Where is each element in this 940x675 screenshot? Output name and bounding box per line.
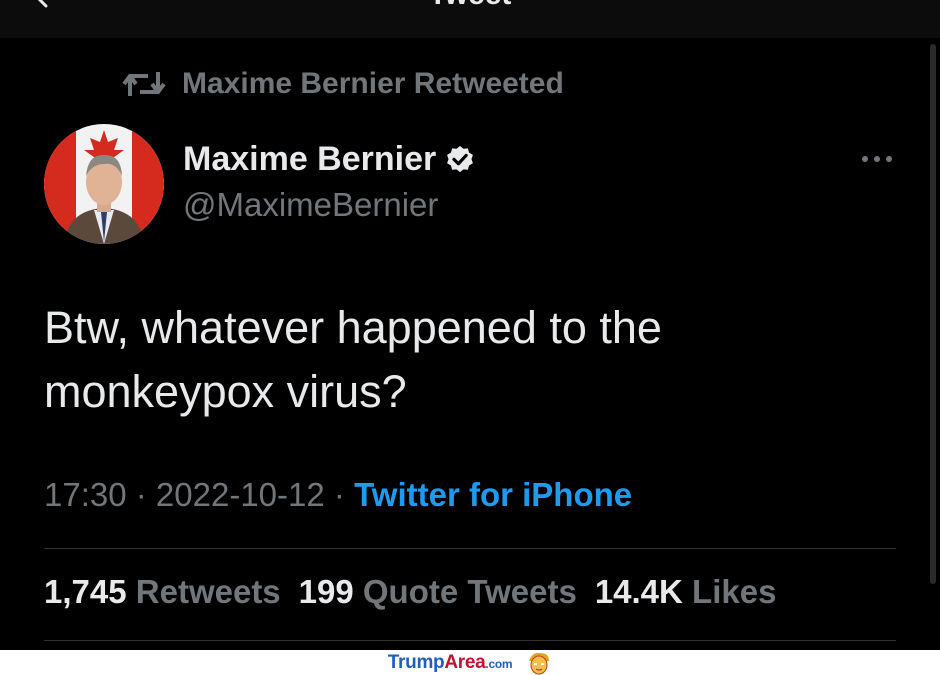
- retweets-stat[interactable]: 1,745 Retweets: [44, 573, 299, 610]
- tweet-detail-page: Tweet Maxime Bernier Retweeted Maxime Be…: [0, 0, 940, 675]
- watermark-footer: TrumpArea.com: [0, 650, 940, 675]
- quote-tweets-stat[interactable]: 199 Quote Tweets: [299, 573, 595, 610]
- avatar-photo: [44, 124, 164, 244]
- divider: [44, 548, 896, 549]
- meta-separator: ·: [126, 476, 156, 513]
- avatar[interactable]: [44, 124, 164, 244]
- tweet-date[interactable]: 2022-10-12: [156, 476, 325, 513]
- watermark-logo-icon: [529, 652, 550, 674]
- brand-part-3: .com: [485, 656, 513, 671]
- more-options-icon[interactable]: [860, 152, 894, 166]
- tweet-text: Btw, whatever happened to the monkeypox …: [44, 302, 662, 417]
- likes-count: 14.4K: [594, 573, 683, 610]
- author-handle[interactable]: @MaximeBernier: [183, 186, 438, 224]
- divider: [44, 640, 896, 641]
- watermark-brand: TrumpArea.com: [387, 651, 513, 674]
- scrollbar[interactable]: [930, 44, 936, 584]
- likes-stat[interactable]: 14.4K Likes: [595, 573, 795, 610]
- quote-tweets-label: Quote Tweets: [362, 573, 577, 610]
- brand-part-2: Area: [444, 651, 486, 673]
- tweet-time: 17:30: [44, 476, 127, 513]
- top-navigation-bar: Tweet: [0, 0, 940, 38]
- likes-label: Likes: [692, 573, 777, 610]
- tweet-source-link[interactable]: Twitter for iPhone: [354, 476, 632, 513]
- author-name-row[interactable]: Maxime Bernier: [183, 140, 476, 179]
- engagement-stats: 1,745 Retweets 199 Quote Tweets 14.4K Like…: [44, 573, 794, 611]
- verified-badge-icon: [447, 145, 474, 172]
- retweeted-by-row[interactable]: Maxime Bernier Retweeted: [122, 64, 564, 104]
- retweeted-by-label: Maxime Bernier Retweeted: [182, 67, 564, 100]
- retweet-icon: [122, 72, 166, 96]
- quote-tweets-count: 199: [298, 573, 354, 610]
- tweet-metadata: 17:30 · 2022-10-12 · Twitter for iPhone: [44, 476, 632, 514]
- retweets-count: 1,745: [44, 573, 127, 610]
- retweets-label: Retweets: [135, 573, 281, 610]
- brand-part-1: Trump: [387, 651, 445, 673]
- author-display-name[interactable]: Maxime Bernier: [183, 140, 436, 179]
- meta-separator: ·: [324, 476, 355, 513]
- page-title: Tweet: [0, 0, 940, 12]
